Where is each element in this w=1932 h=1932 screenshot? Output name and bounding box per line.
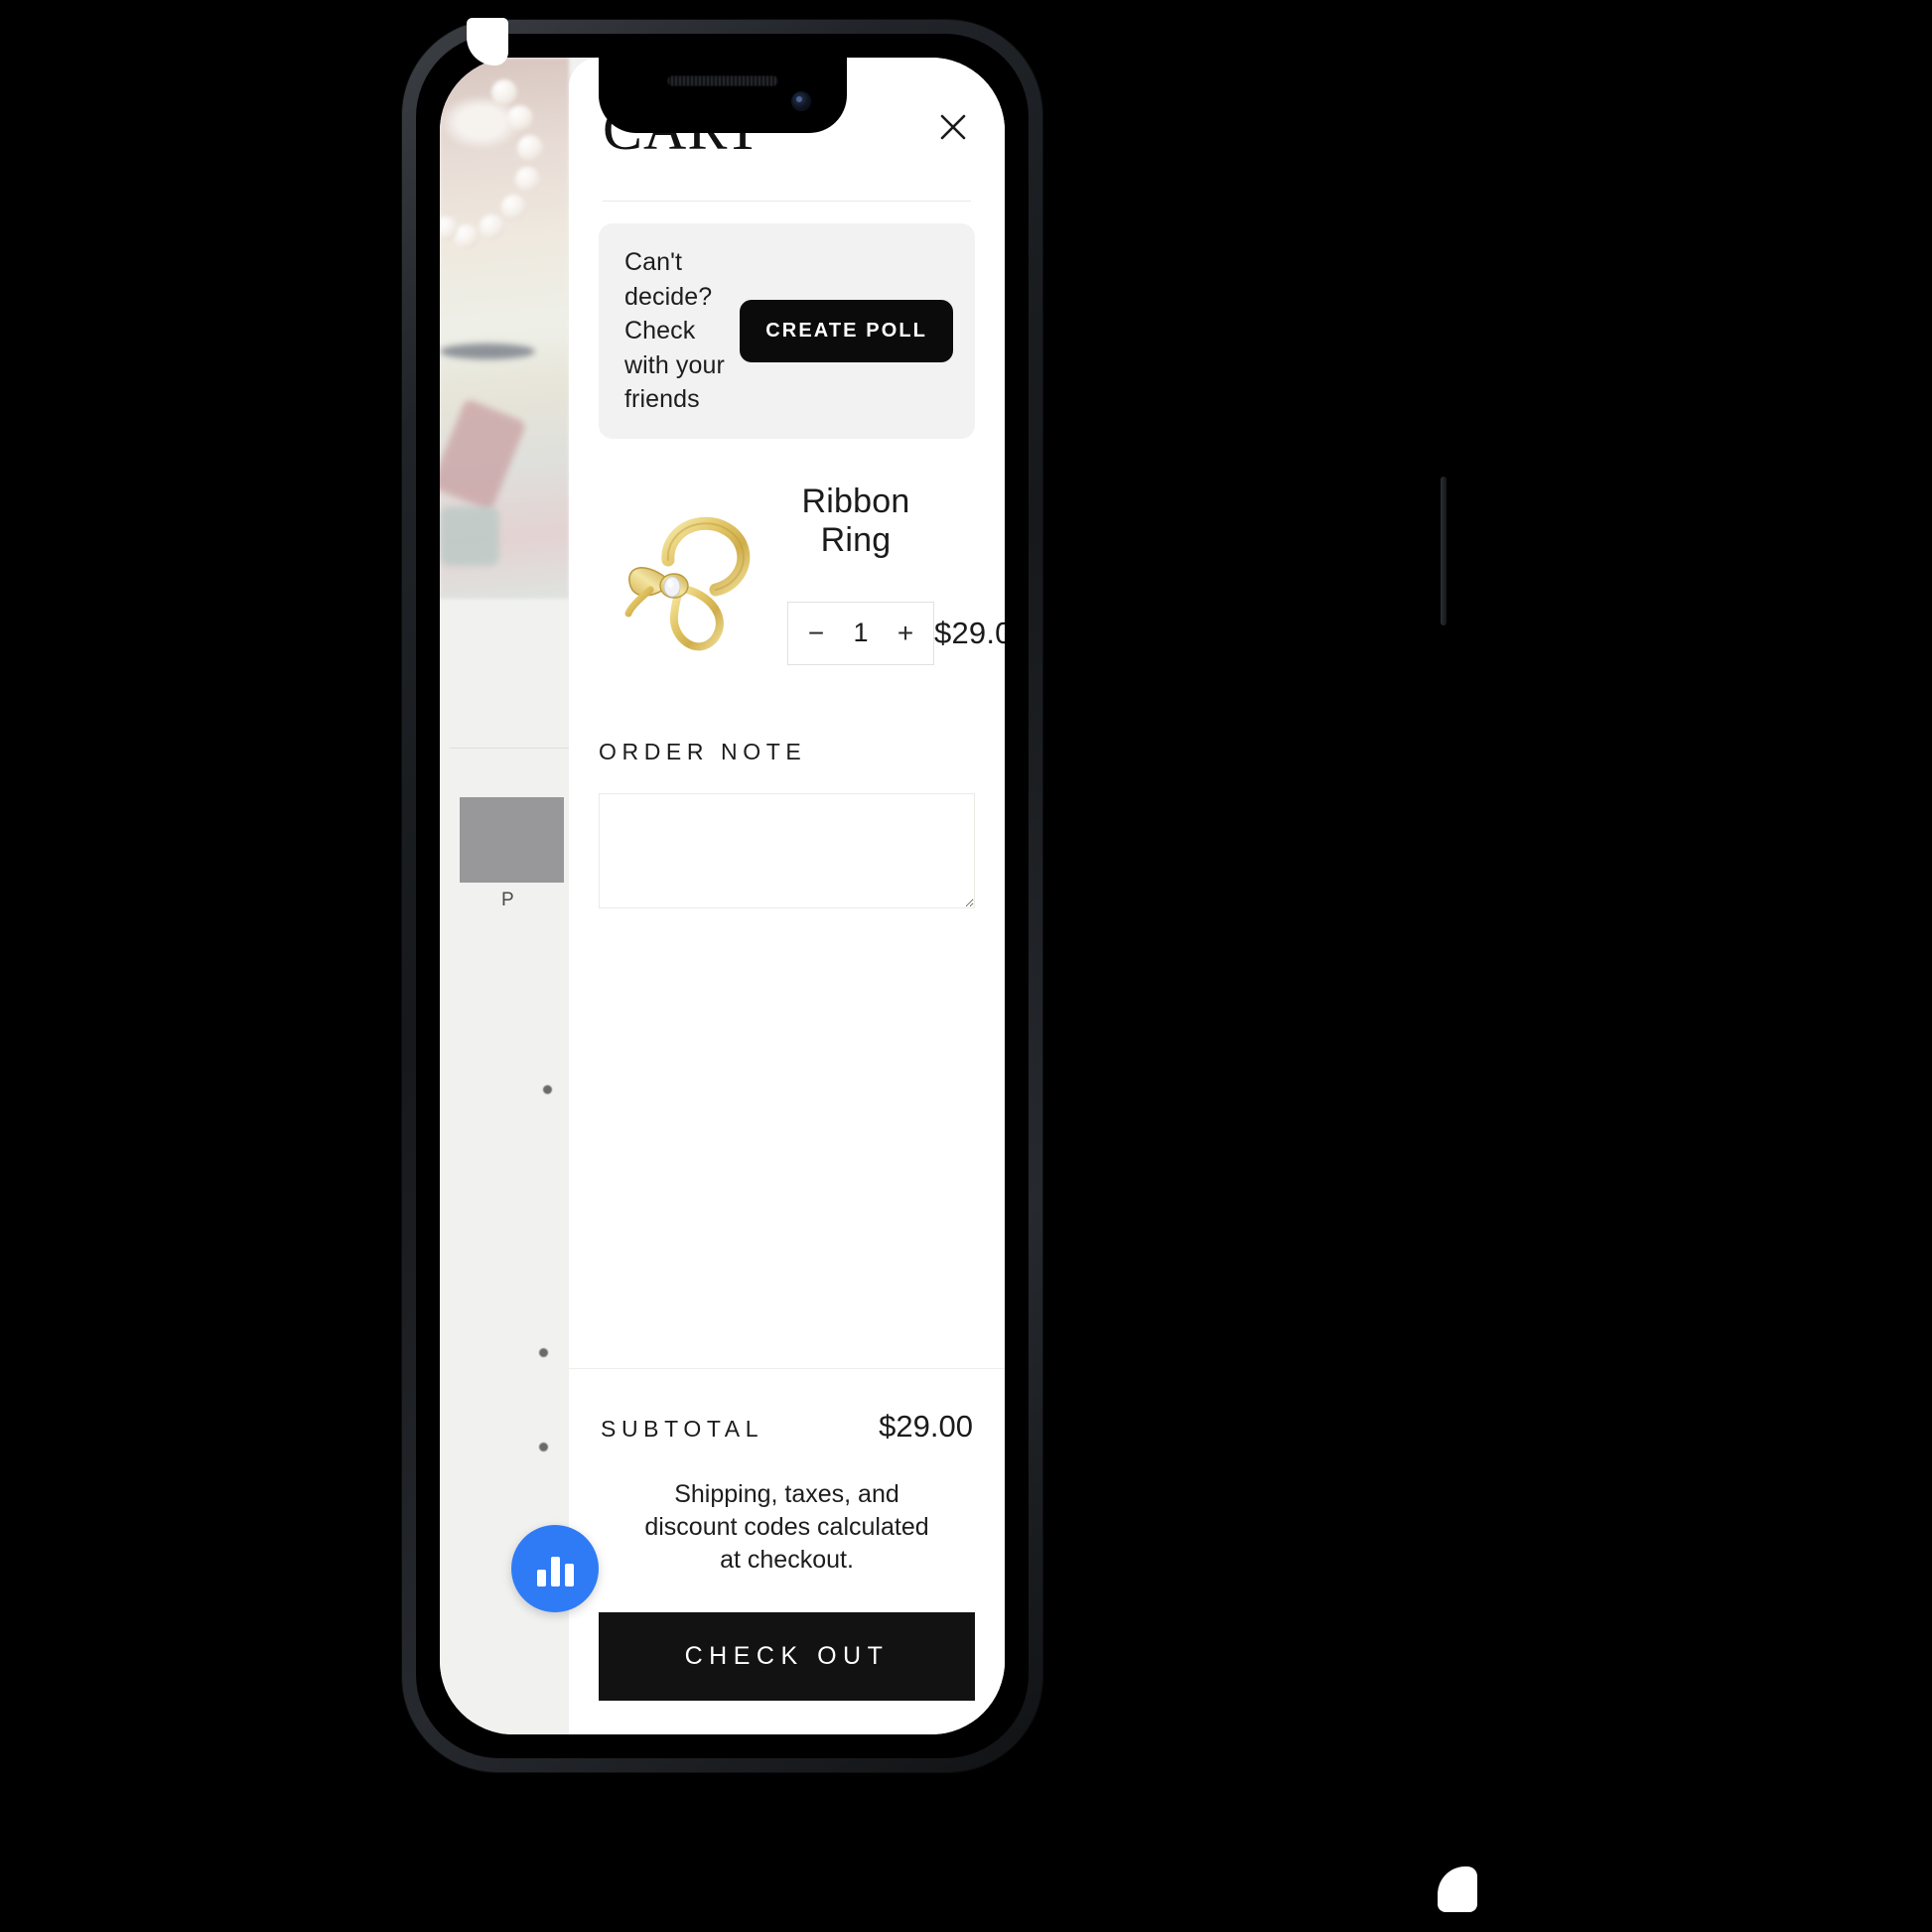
product-price: $29.00 (934, 615, 1005, 650)
quantity-decrease-button[interactable]: − (792, 604, 840, 663)
background-bullet (539, 1348, 548, 1357)
subtotal-value: $29.00 (879, 1409, 973, 1444)
close-icon[interactable] (931, 105, 975, 149)
header-divider (603, 201, 971, 202)
background-divider (450, 748, 579, 749)
quantity-increase-button[interactable]: + (882, 604, 929, 663)
subtotal-row: SUBTOTAL $29.00 (599, 1369, 975, 1445)
background-bullet (539, 1443, 548, 1451)
page-corner-artifact-bottom-right (1438, 1866, 1477, 1912)
front-camera-icon (790, 91, 811, 111)
phone-screen: P CART (440, 58, 1005, 1734)
phone-bezel: P CART (416, 34, 1029, 1758)
phone-notch (598, 58, 847, 133)
background-image-placeholder (460, 797, 564, 883)
product-details: Ribbon Ring − 1 + $29.00 (777, 483, 1005, 665)
quantity-stepper: − 1 + (787, 601, 934, 665)
create-poll-button[interactable]: CREATE POLL (740, 299, 953, 362)
order-note-label: ORDER NOTE (599, 738, 807, 764)
product-thumbnail[interactable] (599, 483, 777, 665)
background-text-label: P (501, 890, 514, 910)
create-poll-banner: Can't decide? Check with your friends CR… (599, 223, 975, 439)
order-note-input[interactable] (599, 792, 975, 908)
cart-footer: SUBTOTAL $29.00 Shipping, taxes, and dis… (569, 1368, 1005, 1734)
background-bullet (543, 1085, 552, 1094)
checkout-button[interactable]: CHECK OUT (599, 1612, 975, 1701)
poll-banner-line-1: Can't decide? (624, 248, 713, 311)
phone-device-frame: P CART (402, 20, 1447, 1772)
cart-items-area: Ribbon Ring − 1 + $29.00 (569, 439, 1005, 1369)
cart-drawer: CART Can't decide? Check with your frien… (569, 58, 1005, 1734)
speaker-grille-icon (666, 75, 778, 86)
poll-banner-copy: Can't decide? Check with your friends (624, 245, 740, 417)
analytics-fab-button[interactable] (511, 1525, 599, 1612)
checkout-disclaimer: Shipping, taxes, and discount codes calc… (644, 1480, 929, 1574)
subtotal-label: SUBTOTAL (601, 1416, 764, 1442)
background-hero-image (440, 58, 569, 599)
quantity-value[interactable]: 1 (840, 618, 882, 648)
order-note-section: ORDER NOTE (599, 665, 975, 913)
power-button[interactable] (1441, 477, 1447, 625)
product-controls-row: − 1 + $29.00 (787, 601, 1005, 665)
cart-line-item: Ribbon Ring − 1 + $29.00 (599, 439, 1005, 665)
bar-chart-icon (534, 1551, 576, 1587)
product-title[interactable]: Ribbon Ring (787, 483, 1005, 560)
poll-banner-line-2: Check with your friends (624, 317, 725, 413)
